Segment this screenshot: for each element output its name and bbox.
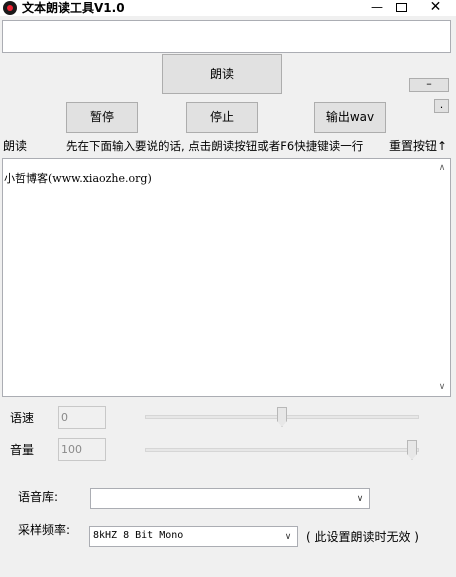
app-disc-icon [3,1,17,15]
minimize-button[interactable]: — [365,0,389,16]
volume-value-field[interactable]: 100 [58,438,106,461]
sample-rate-note: ( 此设置朗读时无效 ) [306,530,419,544]
window-title: 文本朗读工具V1.0 [22,1,125,15]
speed-value-field[interactable]: 0 [58,406,106,429]
editor-text: 小哲博客(www.xiaozhe.org) [4,172,152,185]
maximize-icon [395,3,407,12]
export-wav-button[interactable]: 输出wav [314,102,386,133]
chevron-down-icon: ∨ [284,532,292,542]
voice-library-label: 语音库: [18,490,59,504]
scroll-down-icon[interactable]: ∨ [434,379,450,395]
hint-text: 先在下面输入要说的话, 点击朗读按钮或者F6快捷键读一行 [66,139,364,153]
volume-label: 音量 [10,443,35,457]
pause-button[interactable]: 暂停 [66,102,138,133]
maximize-button[interactable] [389,0,413,16]
speed-slider-thumb[interactable] [277,407,287,427]
dash-button[interactable]: – [409,78,449,92]
volume-slider-thumb[interactable] [407,440,417,460]
text-editor[interactable] [2,158,451,397]
reset-label: 重置按钮↑ [389,139,448,153]
speed-label: 语速 [10,411,35,425]
scroll-up-icon[interactable]: ∧ [434,160,450,176]
read-button[interactable]: 朗读 [162,54,282,94]
chevron-down-icon: ∨ [356,494,364,504]
stop-button[interactable]: 停止 [186,102,258,133]
sample-rate-value: 8kHZ 8 Bit Mono [93,530,184,541]
dot-button[interactable]: . [434,99,449,113]
voice-library-select[interactable]: ∨ [90,488,370,509]
sample-rate-label: 采样频率: [18,523,71,537]
read-label: 朗读 [3,139,28,153]
close-button[interactable]: ✕ [415,0,456,16]
editor-scrollbar[interactable] [434,159,450,396]
volume-slider-track[interactable] [145,448,419,452]
top-text-input[interactable] [2,20,451,53]
